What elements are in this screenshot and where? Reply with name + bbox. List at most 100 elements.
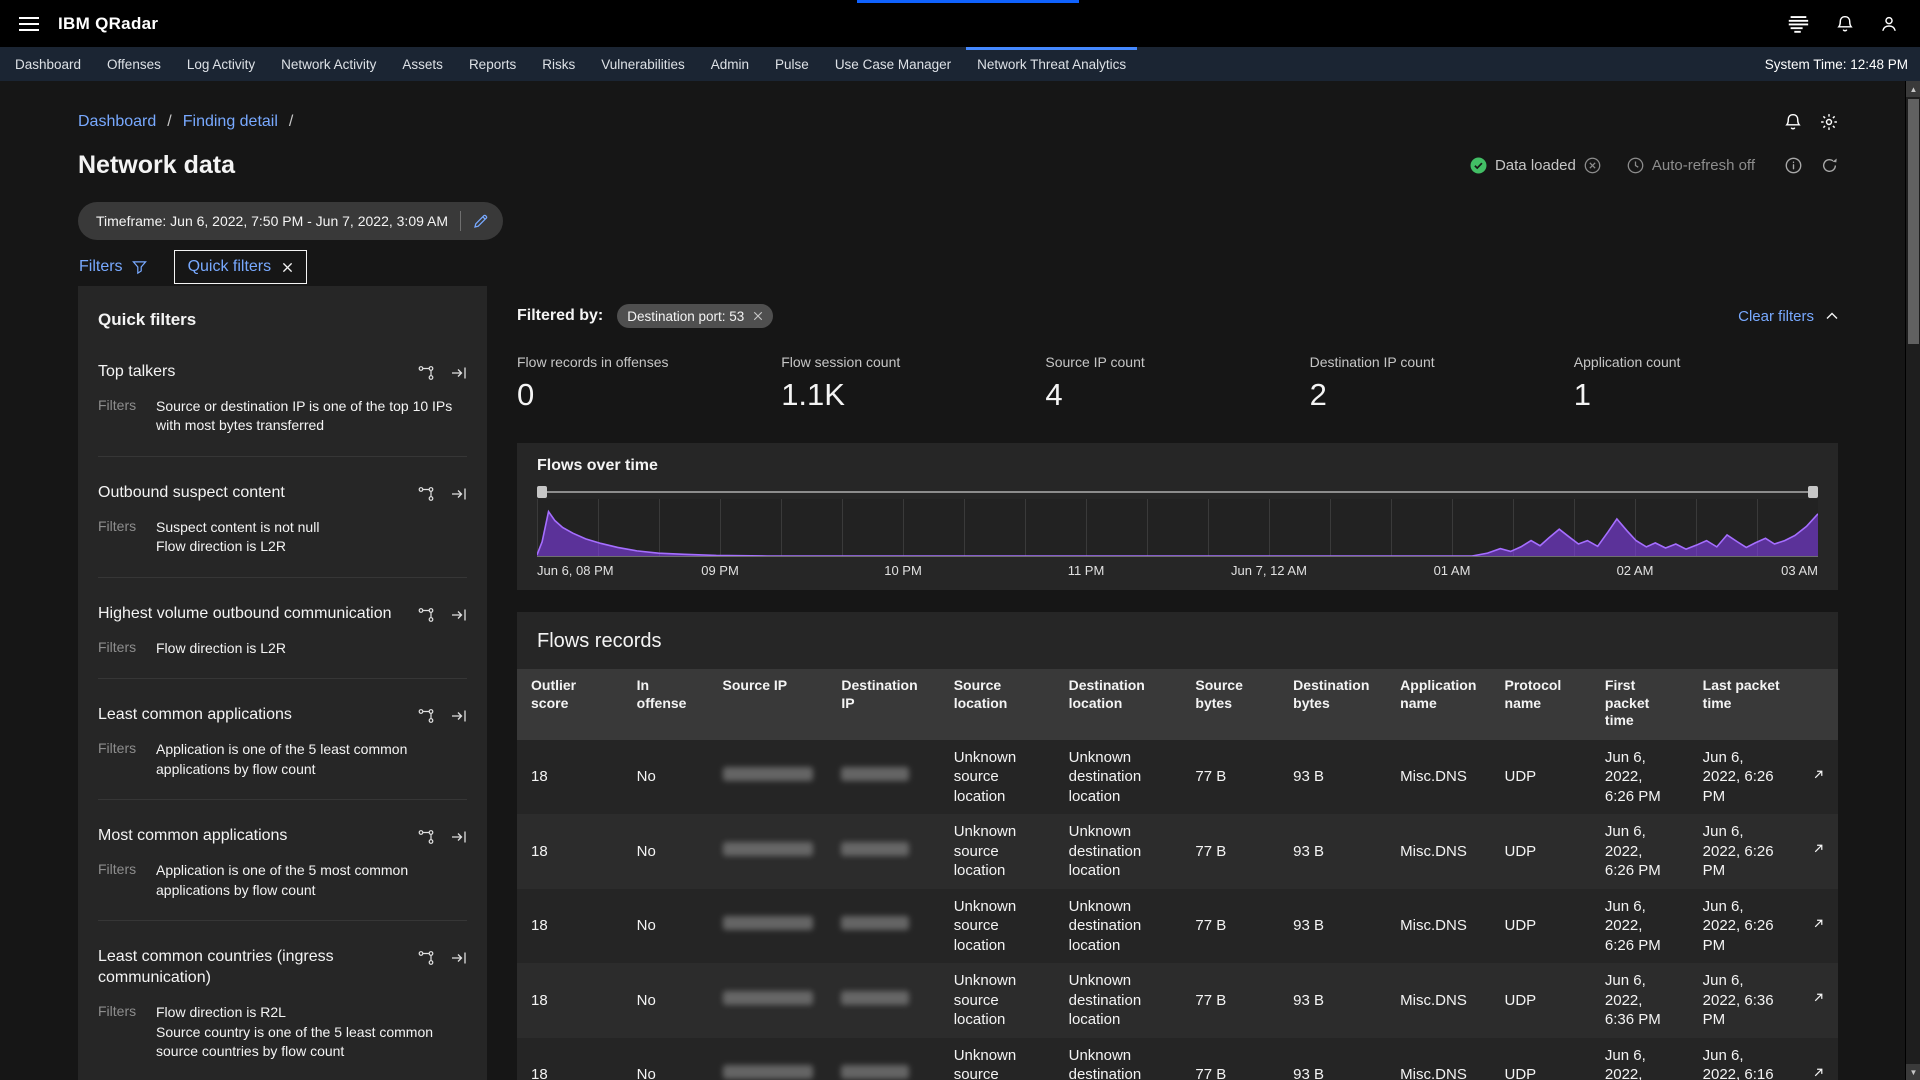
cell-in-offense: No: [623, 889, 709, 964]
quick-filter-title: Least common countries (ingress communic…: [98, 947, 408, 989]
nav-item[interactable]: Reports: [456, 47, 529, 81]
cell-last-packet-time: Jun 6, 2022, 6:16 PM: [1689, 1038, 1799, 1080]
notifications-button[interactable]: [1784, 113, 1802, 131]
table-title: Flows records: [517, 612, 1838, 669]
cell-destination-ip: [827, 814, 939, 889]
breadcrumb-dashboard-link[interactable]: Dashboard: [78, 113, 156, 131]
apply-filter-button[interactable]: [451, 486, 467, 502]
cell-outlier-score: 18: [517, 814, 623, 889]
open-flow-button[interactable]: [1811, 916, 1826, 931]
cell-destination-location: Unknown destination location: [1055, 814, 1182, 889]
cell-application-name: Misc.DNS: [1386, 740, 1490, 815]
metric-label: Application count: [1574, 354, 1838, 370]
nav-item-label: Log Activity: [187, 57, 255, 72]
metric-label: Destination IP count: [1310, 354, 1574, 370]
close-quick-filters-button[interactable]: [282, 262, 293, 273]
ibm-stripes-icon[interactable]: [1786, 12, 1810, 36]
view-flow-button[interactable]: [418, 950, 434, 966]
arrow-to-bar-icon: [451, 486, 467, 502]
edit-timeframe-button[interactable]: [473, 213, 489, 229]
nav-item[interactable]: Admin: [698, 47, 762, 81]
view-flow-button[interactable]: [418, 708, 434, 724]
breadcrumb-finding-detail-link[interactable]: Finding detail: [183, 113, 278, 131]
hamburger-icon: [19, 17, 39, 31]
top-progress-line: [857, 0, 1079, 3]
column-header: Destination IP: [827, 669, 939, 740]
dismiss-status-button[interactable]: [1584, 157, 1601, 174]
pill-divider: [460, 211, 461, 231]
product-header: IBM QRadar: [0, 0, 1920, 47]
success-check-icon: [1470, 157, 1487, 174]
nav-item[interactable]: Network Threat Analytics: [964, 47, 1139, 81]
filtered-by-label: Filtered by:: [517, 307, 603, 325]
renew-icon: [1821, 157, 1838, 174]
table-row: 18 No Unknown source location Unknown de…: [517, 963, 1838, 1038]
header-notifications-button[interactable]: [1836, 15, 1854, 33]
flow-icon: [418, 829, 434, 845]
view-flow-button[interactable]: [418, 829, 434, 845]
filter-tag-destination-port[interactable]: Destination port: 53: [617, 304, 773, 328]
page-scrollbar[interactable]: ▲ ▼: [1905, 81, 1920, 1080]
nav-item-label: Admin: [711, 57, 749, 72]
cell-destination-ip: [827, 1038, 939, 1080]
open-flow-button[interactable]: [1811, 1065, 1826, 1080]
cell-source-ip: [709, 1038, 828, 1080]
apply-filter-button[interactable]: [451, 950, 467, 966]
quick-filter-card[interactable]: Least common countries (ingress communic…: [98, 921, 467, 1080]
nav-item[interactable]: Vulnerabilities: [588, 47, 698, 81]
nav-item[interactable]: Dashboard: [2, 47, 94, 81]
page-content: Dashboard / Finding detail / Network dat…: [0, 81, 1920, 1080]
user-profile-button[interactable]: [1880, 15, 1898, 33]
quick-filter-card[interactable]: Top talkers Filters Source or destinatio…: [98, 336, 467, 457]
cell-source-location: Unknown source location: [940, 814, 1055, 889]
open-flow-button[interactable]: [1811, 841, 1826, 856]
destination-ip-blurred: [841, 991, 909, 1005]
settings-button[interactable]: [1820, 113, 1838, 131]
nav-item[interactable]: Network Activity: [268, 47, 389, 81]
view-flow-button[interactable]: [418, 365, 434, 381]
column-header: Source bytes: [1181, 669, 1279, 740]
nav-item[interactable]: Risks: [529, 47, 588, 81]
collapse-filters-button[interactable]: [1826, 312, 1838, 320]
apply-filter-button[interactable]: [451, 365, 467, 381]
cell-in-offense: No: [623, 963, 709, 1038]
scrollbar-thumb[interactable]: [1908, 99, 1919, 344]
hamburger-menu-button[interactable]: [0, 0, 58, 47]
refresh-button[interactable]: [1821, 157, 1838, 174]
tab-quick-filters[interactable]: Quick filters: [174, 250, 308, 284]
nav-item[interactable]: Assets: [389, 47, 456, 81]
open-flow-button[interactable]: [1811, 990, 1826, 1005]
nav-item[interactable]: Use Case Manager: [822, 47, 964, 81]
clear-filters-link[interactable]: Clear filters: [1738, 308, 1838, 325]
quick-filter-card[interactable]: Least common applications Filters Applic…: [98, 679, 467, 800]
open-flow-button[interactable]: [1811, 767, 1826, 782]
nav-item[interactable]: Pulse: [762, 47, 822, 81]
tab-filters[interactable]: Filters: [78, 250, 160, 284]
cell-source-ip: [709, 963, 828, 1038]
cell-protocol-name: UDP: [1491, 963, 1591, 1038]
scroll-down-button[interactable]: ▼: [1906, 1064, 1920, 1080]
scroll-up-button[interactable]: ▲: [1906, 81, 1920, 97]
flows-records-panel: Flows records Outlier scoreIn offenseSou…: [517, 612, 1838, 1080]
info-button[interactable]: [1785, 157, 1802, 174]
slider-handle-right[interactable]: [1808, 486, 1818, 498]
nav-item[interactable]: Log Activity: [174, 47, 268, 81]
view-flow-button[interactable]: [418, 486, 434, 502]
cell-source-location: Unknown source location: [940, 889, 1055, 964]
diagonal-arrow-icon: [1811, 916, 1826, 931]
apply-filter-button[interactable]: [451, 829, 467, 845]
quick-filter-card[interactable]: Outbound suspect content Filters Suspect…: [98, 457, 467, 578]
quick-filter-description: Application is one of the 5 least common…: [156, 740, 467, 779]
cell-protocol-name: UDP: [1491, 1038, 1591, 1080]
slider-handle-left[interactable]: [537, 486, 547, 498]
apply-filter-button[interactable]: [451, 708, 467, 724]
remove-filter-tag-button[interactable]: [753, 311, 763, 321]
clock-icon: [1627, 157, 1644, 174]
view-flow-button[interactable]: [418, 607, 434, 623]
quick-filter-card[interactable]: Most common applications Filters Applica…: [98, 800, 467, 921]
apply-filter-button[interactable]: [451, 607, 467, 623]
source-ip-blurred: [723, 916, 814, 930]
nav-item[interactable]: Offenses: [94, 47, 174, 81]
quick-filter-card[interactable]: Highest volume outbound communication Fi…: [98, 578, 467, 679]
cell-source-bytes: 77 B: [1181, 740, 1279, 815]
